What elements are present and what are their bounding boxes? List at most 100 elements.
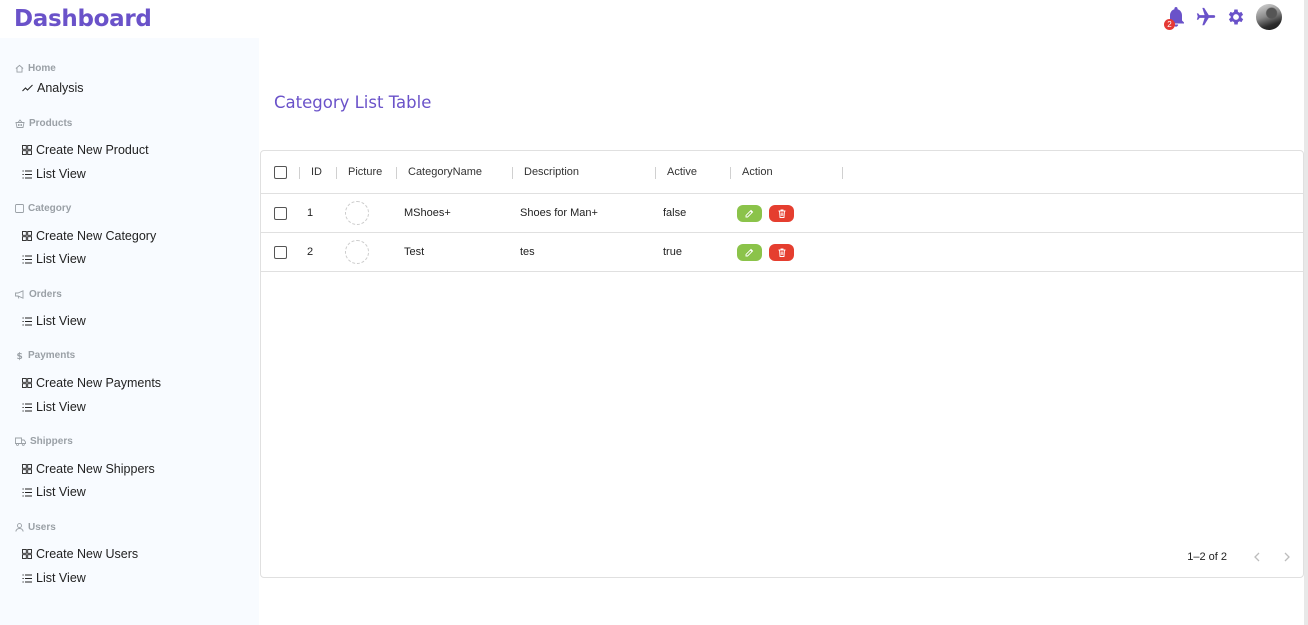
column-separator[interactable] <box>512 167 513 179</box>
app-title: Dashboard <box>14 6 152 32</box>
list-icon <box>22 403 32 411</box>
cell-description: tes <box>520 246 535 258</box>
row-checkbox[interactable] <box>274 245 287 259</box>
row-checkbox[interactable] <box>274 206 287 220</box>
column-separator[interactable] <box>842 167 843 179</box>
select-all-checkbox[interactable] <box>274 165 287 179</box>
grid-icon <box>22 378 32 388</box>
next-page-button[interactable] <box>1279 549 1295 565</box>
top-icons: 2 <box>1158 4 1282 30</box>
megaphone-icon <box>15 290 24 299</box>
trash-icon <box>778 209 785 218</box>
airplane-icon <box>1196 7 1216 26</box>
row-select-cell <box>274 233 287 271</box>
list-icon <box>22 255 32 263</box>
settings-button[interactable] <box>1224 4 1248 30</box>
svg-text:$: $ <box>17 352 23 361</box>
user-icon <box>15 523 24 532</box>
grid-icon <box>22 145 32 155</box>
sidebar-section-users: Users <box>15 522 56 533</box>
table-header: ID Picture CategoryName Description Acti… <box>261 151 1303 194</box>
category-table: ID Picture CategoryName Description Acti… <box>260 150 1304 578</box>
column-separator[interactable] <box>396 167 397 179</box>
cell-actions <box>737 194 801 232</box>
sidebar-item-category-list[interactable]: List View <box>22 252 86 266</box>
grid-icon <box>22 549 32 559</box>
row-select-cell <box>274 194 287 232</box>
column-header-action[interactable]: Action <box>742 151 773 193</box>
list-icon <box>22 170 32 178</box>
sidebar-item-create-shippers[interactable]: Create New Shippers <box>22 462 155 476</box>
grid-icon <box>22 464 32 474</box>
sidebar-section-orders: Orders <box>15 289 62 300</box>
list-icon <box>22 488 32 496</box>
sidebar-section-products: Products <box>15 118 72 129</box>
dollar-icon: $ <box>17 352 23 361</box>
pencil-icon <box>745 209 754 217</box>
pagination-count: 1–2 of 2 <box>1187 551 1227 563</box>
cell-category-name: MShoes+ <box>404 207 451 219</box>
sidebar-item-orders-list[interactable]: List View <box>22 314 86 328</box>
category-picture <box>345 240 369 264</box>
basket-icon <box>15 119 25 128</box>
flight-button[interactable] <box>1194 4 1218 30</box>
sidebar-item-products-list[interactable]: List View <box>22 167 86 181</box>
square-icon <box>15 204 24 213</box>
notifications-button[interactable]: 2 <box>1164 4 1188 30</box>
page-title: Category List Table <box>274 93 432 112</box>
trash-icon <box>778 248 785 257</box>
sidebar-item-shippers-list[interactable]: List View <box>22 485 86 499</box>
trend-icon <box>22 84 33 92</box>
sidebar-item-create-category[interactable]: Create New Category <box>22 229 156 243</box>
window-scrollbar[interactable] <box>1304 0 1308 625</box>
table-row[interactable]: 2 Test tes true <box>261 233 1303 272</box>
sidebar-section-category: Category <box>15 203 71 214</box>
cell-category-name: Test <box>404 246 425 258</box>
sidebar-section-payments: $ Payments <box>16 350 76 361</box>
column-header-id[interactable]: ID <box>311 151 322 193</box>
delete-button[interactable] <box>769 243 794 261</box>
sidebar: Home Analysis Products Create New Produc… <box>0 38 259 625</box>
column-separator[interactable] <box>655 167 656 179</box>
delete-button[interactable] <box>769 204 794 222</box>
user-avatar[interactable] <box>1256 4 1282 30</box>
cell-id: 2 <box>307 246 314 258</box>
truck-icon <box>15 437 26 446</box>
cell-active: false <box>663 207 687 219</box>
cell-actions <box>737 233 801 271</box>
sidebar-item-create-product[interactable]: Create New Product <box>22 143 149 157</box>
edit-button[interactable] <box>737 204 762 222</box>
column-header-description[interactable]: Description <box>524 151 579 193</box>
sidebar-item-payments-list[interactable]: List View <box>22 400 86 414</box>
column-separator[interactable] <box>730 167 731 179</box>
sidebar-item-create-payments[interactable]: Create New Payments <box>22 376 161 390</box>
list-icon <box>22 574 32 582</box>
table-row[interactable]: 1 MShoes+ Shoes for Man+ false <box>261 194 1303 233</box>
column-header-category-name[interactable]: CategoryName <box>408 151 482 193</box>
column-separator[interactable] <box>299 167 300 179</box>
cell-picture <box>345 194 369 232</box>
previous-page-button[interactable] <box>1249 549 1265 565</box>
notification-badge: 2 <box>1164 19 1175 30</box>
column-header-picture[interactable]: Picture <box>348 151 382 193</box>
column-separator[interactable] <box>336 167 337 179</box>
sidebar-item-create-users[interactable]: Create New Users <box>22 547 138 561</box>
home-icon <box>15 64 24 73</box>
cell-active: true <box>663 246 682 258</box>
sidebar-item-analysis[interactable]: Analysis <box>22 81 84 95</box>
cell-picture <box>345 233 369 271</box>
chevron-right-icon <box>1284 552 1290 562</box>
chevron-left-icon <box>1254 552 1260 562</box>
select-all-cell <box>274 151 287 193</box>
edit-button[interactable] <box>737 243 762 261</box>
grid-icon <box>22 231 32 241</box>
cell-description: Shoes for Man+ <box>520 207 598 219</box>
column-header-active[interactable]: Active <box>667 151 697 193</box>
gear-icon <box>1228 9 1244 25</box>
category-picture <box>345 201 369 225</box>
cell-id: 1 <box>307 207 314 219</box>
sidebar-item-users-list[interactable]: List View <box>22 571 86 585</box>
pencil-icon <box>745 248 754 256</box>
sidebar-section-shippers: Shippers <box>15 436 73 447</box>
list-icon <box>22 317 32 325</box>
